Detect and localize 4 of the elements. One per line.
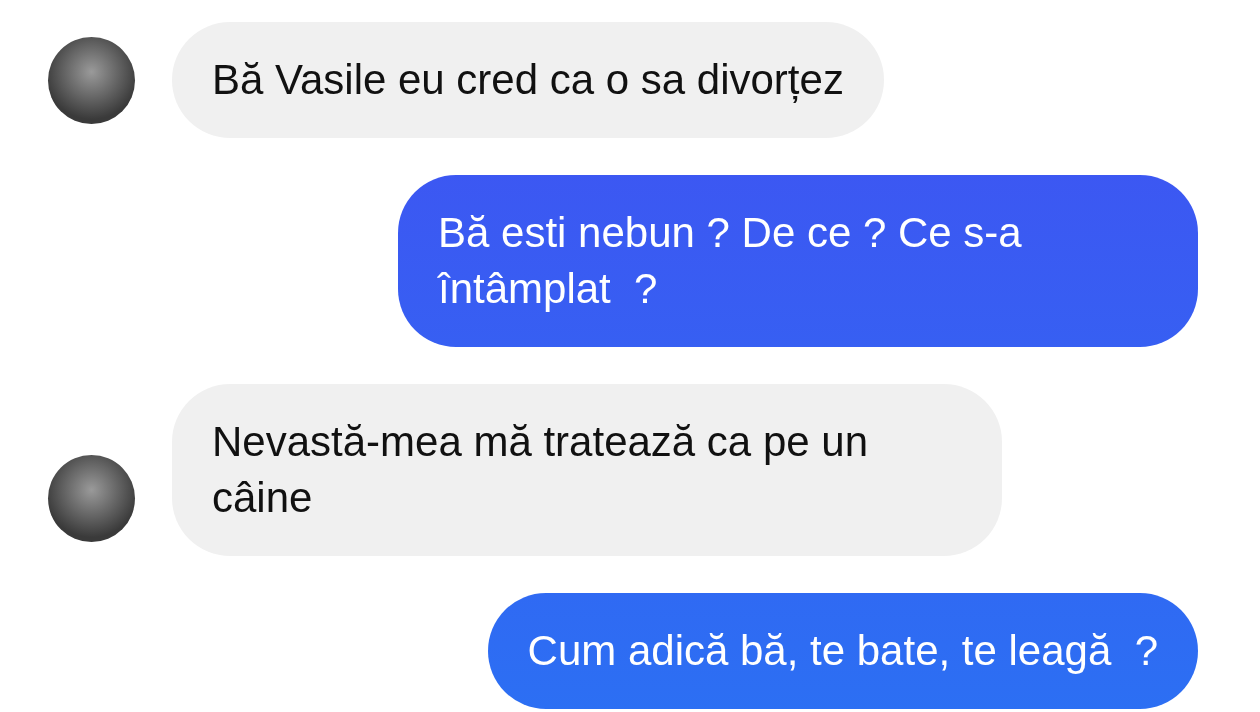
received-message-bubble: Nevastă-mea mă tratează ca pe un câine bbox=[172, 384, 1002, 556]
sent-message-bubble: Bă esti nebun ? De ce ? Ce s-a întâmplat ? bbox=[398, 175, 1198, 347]
sent-message-bubble: Cum adică bă, te bate, te leagă ? bbox=[487, 593, 1198, 709]
received-message-bubble: Bă Vasile eu cred ca o sa divorțez bbox=[172, 22, 884, 138]
